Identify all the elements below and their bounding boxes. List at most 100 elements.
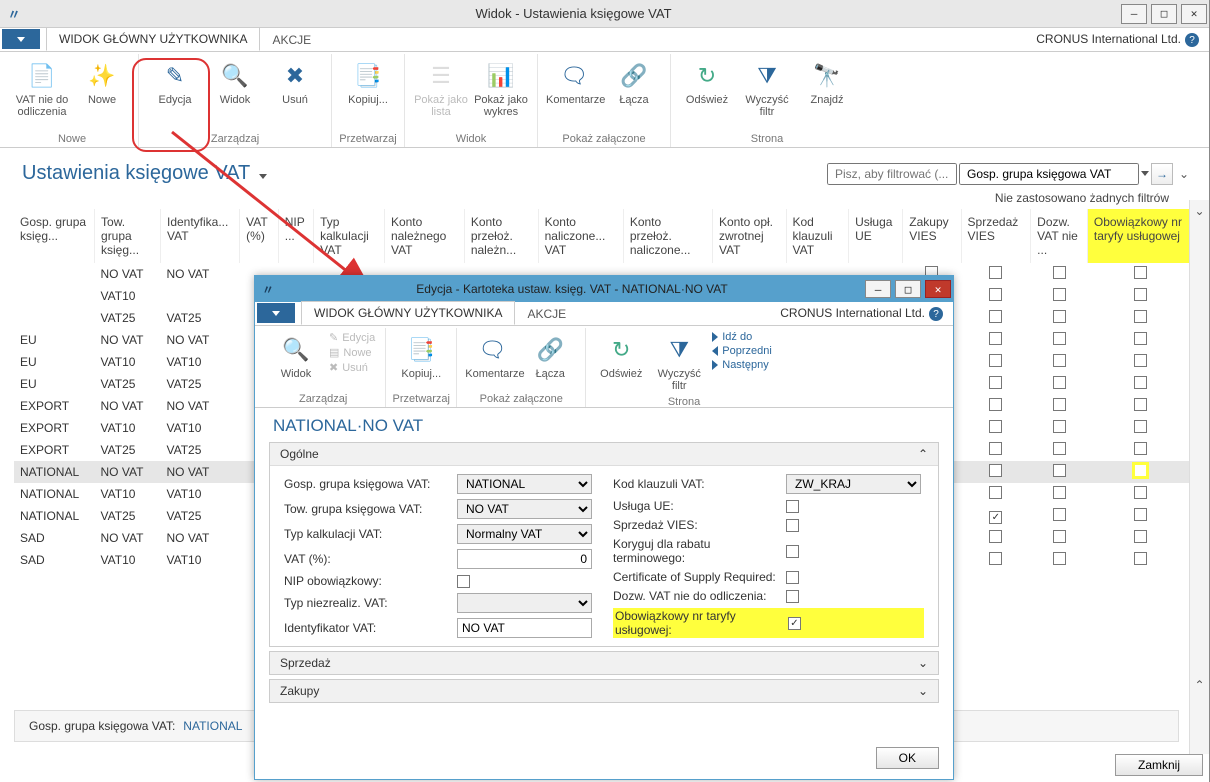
col-gosp[interactable]: Gosp. grupa księg...: [14, 209, 95, 263]
col-typ[interactable]: Typ kalkulacji VAT: [314, 209, 385, 263]
btn-vat-nondeduct[interactable]: 📄VAT nie do odliczenia: [12, 54, 72, 122]
grid-checkbox[interactable]: [1053, 508, 1066, 521]
modal-maximize-button[interactable]: □: [895, 280, 921, 298]
purchase-section[interactable]: Zakupy⌄: [269, 679, 939, 703]
tow-select[interactable]: NO VAT: [457, 499, 592, 519]
grid-checkbox[interactable]: [989, 332, 1002, 345]
btn-edit[interactable]: ✎Edycja: [145, 54, 205, 110]
minimize-button[interactable]: —: [1121, 4, 1147, 24]
kkl-select[interactable]: ZW_KRAJ: [786, 474, 921, 494]
btn-copy[interactable]: 📑Kopiuj...: [338, 54, 398, 110]
grid-checkbox[interactable]: [1134, 420, 1147, 433]
col-ident[interactable]: Identyfika... VAT: [160, 209, 239, 263]
btn-show-chart[interactable]: 📊Pokaż jako wykres: [471, 54, 531, 122]
help-icon[interactable]: ?: [929, 307, 943, 321]
modal-nav-goto[interactable]: Idź do: [712, 330, 772, 344]
grid-checkbox[interactable]: [1134, 442, 1147, 455]
file-menu[interactable]: [2, 29, 40, 49]
grid-checkbox[interactable]: [989, 552, 1002, 565]
grid-checkbox[interactable]: [1053, 376, 1066, 389]
nip-checkbox[interactable]: [457, 575, 470, 588]
col-kopl[interactable]: Konto opł. zwrotnej VAT: [712, 209, 786, 263]
col-knal[interactable]: Konto naliczone... VAT: [538, 209, 623, 263]
grid-checkbox[interactable]: [989, 464, 1002, 477]
col-obow[interactable]: Obowiązkowy nr taryfy usługowej: [1087, 209, 1194, 263]
modal-tab-actions[interactable]: AKCJE: [515, 303, 578, 325]
grid-checkbox[interactable]: [1053, 310, 1066, 323]
grid-checkbox[interactable]: [1134, 464, 1147, 477]
grid-checkbox[interactable]: [1053, 486, 1066, 499]
col-kpn[interactable]: Konto przełoż. należn...: [464, 209, 538, 263]
grid-checkbox[interactable]: [1134, 332, 1147, 345]
modal-btn-clear-filter[interactable]: ⧩Wyczyść filtr: [650, 328, 708, 396]
grid-checkbox[interactable]: [1053, 420, 1066, 433]
grid-checkbox[interactable]: [1053, 288, 1066, 301]
general-header[interactable]: Ogólne⌃: [270, 443, 938, 466]
grid-checkbox[interactable]: [1134, 354, 1147, 367]
btn-clear-filter[interactable]: ⧩Wyczyść filtr: [737, 54, 797, 122]
grid-checkbox[interactable]: [989, 530, 1002, 543]
btn-comments[interactable]: 🗨Komentarze: [544, 54, 604, 110]
col-kpnal[interactable]: Konto przełoż. naliczone...: [623, 209, 712, 263]
col-proc[interactable]: VAT (%): [240, 209, 279, 263]
tab-actions[interactable]: AKCJE: [260, 29, 323, 51]
grid-checkbox[interactable]: [989, 310, 1002, 323]
tab-home[interactable]: WIDOK GŁÓWNY UŻYTKOWNIKA: [46, 27, 260, 51]
grid-checkbox[interactable]: [989, 288, 1002, 301]
cos-checkbox[interactable]: [786, 571, 799, 584]
modal-close-button[interactable]: ✕: [925, 280, 951, 298]
grid-checkbox[interactable]: [1053, 530, 1066, 543]
expand-chevron-icon[interactable]: ⌄: [1175, 167, 1193, 181]
col-knv[interactable]: Konto należnego VAT: [384, 209, 464, 263]
krt-checkbox[interactable]: [786, 545, 799, 558]
modal-tab-home[interactable]: WIDOK GŁÓWNY UŻYTKOWNIKA: [301, 301, 515, 325]
modal-nav-prev[interactable]: Poprzedni: [712, 344, 772, 358]
btn-find[interactable]: 🔭Znajdź: [797, 54, 857, 110]
modal-file-menu[interactable]: [257, 303, 295, 323]
dvn-checkbox[interactable]: [786, 590, 799, 603]
col-sv[interactable]: Sprzedaż VIES: [961, 209, 1031, 263]
grid-checkbox[interactable]: [1053, 464, 1066, 477]
grid-checkbox[interactable]: [1134, 486, 1147, 499]
gosp-select[interactable]: NATIONAL: [457, 474, 592, 494]
grid-checkbox[interactable]: [989, 442, 1002, 455]
grid-checkbox[interactable]: [1134, 310, 1147, 323]
btn-delete[interactable]: ✖Usuń: [265, 54, 325, 110]
ident-input[interactable]: [457, 618, 592, 638]
grid-checkbox[interactable]: [1053, 442, 1066, 455]
grid-checkbox[interactable]: [1134, 266, 1147, 279]
grid-checkbox[interactable]: [989, 486, 1002, 499]
filter-field-select[interactable]: [959, 163, 1139, 185]
grid-checkbox[interactable]: [1053, 266, 1066, 279]
sv-checkbox[interactable]: [786, 519, 799, 532]
modal-nav-next[interactable]: Następny: [712, 358, 772, 372]
help-icon[interactable]: ?: [1185, 33, 1199, 47]
col-nip[interactable]: NIP ...: [278, 209, 313, 263]
grid-checkbox[interactable]: [1053, 552, 1066, 565]
grid-checkbox[interactable]: ✓: [989, 511, 1002, 524]
col-zv[interactable]: Zakupy VIES: [903, 209, 961, 263]
grid-checkbox[interactable]: [1134, 288, 1147, 301]
grid-checkbox[interactable]: [1053, 332, 1066, 345]
chevron-down-icon[interactable]: [1141, 171, 1149, 176]
ok-button[interactable]: OK: [876, 747, 939, 769]
modal-btn-refresh[interactable]: ↻Odśwież: [592, 328, 650, 384]
obow-checkbox[interactable]: ✓: [788, 617, 801, 630]
modal-minimize-button[interactable]: —: [865, 280, 891, 298]
filter-input[interactable]: [827, 163, 957, 185]
btn-refresh[interactable]: ↻Odśwież: [677, 54, 737, 110]
modal-btn-links[interactable]: 🔗Łącza: [521, 328, 579, 384]
grid-checkbox[interactable]: [989, 376, 1002, 389]
grid-checkbox[interactable]: [989, 420, 1002, 433]
grid-checkbox[interactable]: [1134, 376, 1147, 389]
grid-checkbox[interactable]: [1053, 354, 1066, 367]
col-dvn[interactable]: Dozw. VAT nie ...: [1031, 209, 1088, 263]
col-kkl[interactable]: Kod klauzuli VAT: [786, 209, 849, 263]
grid-checkbox[interactable]: [1134, 398, 1147, 411]
btn-links[interactable]: 🔗Łącza: [604, 54, 664, 110]
grid-checkbox[interactable]: [1134, 530, 1147, 543]
maximize-button[interactable]: □: [1151, 4, 1177, 24]
col-uue[interactable]: Usługa UE: [849, 209, 903, 263]
grid-checkbox[interactable]: [1134, 508, 1147, 521]
grid-checkbox[interactable]: [989, 398, 1002, 411]
